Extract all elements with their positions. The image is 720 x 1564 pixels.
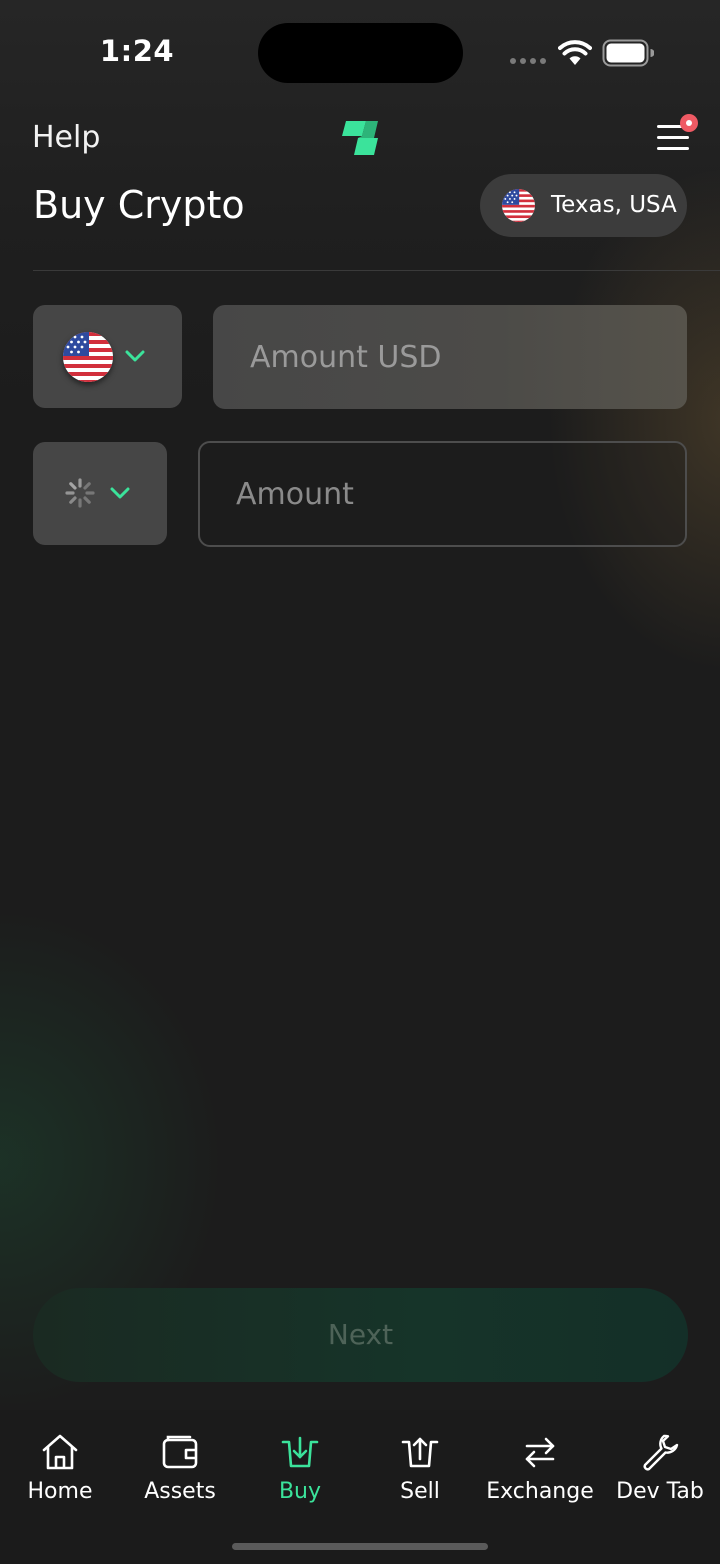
crypto-currency-selector[interactable] (33, 442, 167, 545)
wifi-icon (558, 40, 592, 65)
amount-crypto-input[interactable] (236, 443, 685, 545)
battery-icon (602, 39, 654, 67)
help-link[interactable]: Help (32, 120, 100, 155)
tab-buy-label: Buy (278, 1479, 322, 1504)
next-button[interactable]: Next (33, 1288, 688, 1382)
chevron-down-icon (125, 350, 145, 362)
tab-assets-label: Assets (144, 1479, 216, 1504)
sell-icon (401, 1437, 439, 1468)
header-divider (33, 270, 720, 271)
home-indicator (232, 1543, 488, 1550)
tab-exchange-label: Exchange (486, 1479, 594, 1504)
cellular-signal-icon (510, 58, 548, 64)
page-title: Buy Crypto (33, 183, 245, 227)
buy-icon (281, 1436, 319, 1468)
location-label: Texas, USA (551, 192, 677, 218)
chevron-down-icon (110, 487, 130, 499)
exchange-icon (525, 1437, 555, 1468)
brand-logo-icon (342, 121, 378, 155)
wallet-icon (162, 1435, 198, 1469)
amount-crypto-input-container (198, 441, 687, 547)
amount-usd-input[interactable] (250, 305, 687, 409)
tab-dev-label: Dev Tab (616, 1479, 704, 1504)
tab-sell[interactable]: Sell (360, 1410, 480, 1520)
tab-sell-label: Sell (400, 1479, 440, 1504)
tab-home-label: Home (27, 1479, 93, 1504)
tab-dev[interactable]: Dev Tab (600, 1410, 720, 1520)
us-flag-icon (63, 332, 113, 382)
us-flag-icon (502, 189, 535, 222)
location-selector[interactable]: Texas, USA (480, 174, 687, 237)
bottom-tab-bar: Home Assets Buy Sell Exchange Dev Tab (0, 1410, 720, 1564)
home-icon (42, 1434, 78, 1470)
status-time: 1:24 (99, 34, 175, 68)
tab-exchange[interactable]: Exchange (480, 1410, 600, 1520)
tab-buy[interactable]: Buy (240, 1410, 360, 1520)
wrench-icon (643, 1434, 679, 1471)
hamburger-menu-icon (657, 114, 698, 150)
amount-usd-input-container (213, 305, 687, 409)
menu-button[interactable] (652, 114, 700, 158)
tab-assets[interactable]: Assets (120, 1410, 240, 1520)
tab-home[interactable]: Home (0, 1410, 120, 1520)
dynamic-island (258, 23, 463, 83)
loading-spinner-icon (65, 478, 95, 508)
fiat-currency-selector[interactable] (33, 305, 182, 408)
